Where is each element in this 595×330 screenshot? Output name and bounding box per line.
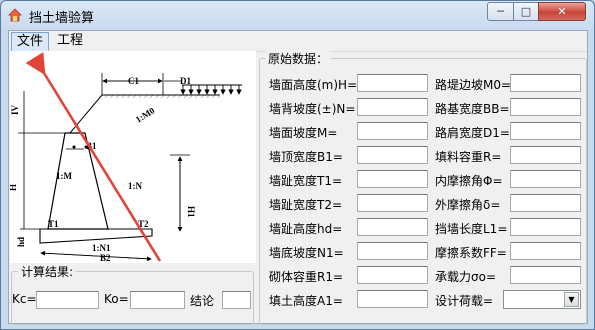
results-group: 计算结果: Kc= Ko= 结论 [11, 263, 254, 325]
d1-field[interactable] [510, 122, 581, 140]
b1-field[interactable] [357, 146, 428, 164]
a1-field[interactable] [357, 290, 428, 308]
t1-field[interactable] [357, 170, 428, 188]
hd-field[interactable] [357, 218, 428, 236]
annotation-arrow [25, 52, 162, 262]
client-area: 文件 工程 C1 D1 1:M0 B1 IV 1:M 1:N T1 T2 1:N… [8, 30, 588, 325]
label-b2: B2 [100, 253, 111, 263]
kc-field[interactable] [36, 291, 99, 309]
design-load-select[interactable]: ▼ [503, 290, 581, 309]
ko-label: Ko= [104, 292, 129, 306]
n-label: 墙背坡度(±)N= [269, 102, 356, 116]
label-n: 1:N [128, 181, 142, 191]
raw-data-title: 原始数据： [265, 50, 332, 67]
menu-project[interactable]: 工程 [52, 32, 88, 50]
ff-field[interactable] [510, 242, 581, 260]
r-field[interactable] [510, 146, 581, 164]
app-window: 挡土墙验算 ─ □ ✕ 文件 工程 C1 D1 1:M0 B1 IV 1:M 1… [0, 0, 595, 330]
sigma-label: 承载力σo= [435, 270, 497, 284]
minimize-button[interactable]: ─ [487, 2, 514, 21]
retaining-wall-diagram: C1 D1 1:M0 B1 IV H 1:M 1:N [10, 51, 256, 263]
h-label: 墙面高度(m)H= [269, 78, 358, 92]
label-h: H [10, 184, 18, 191]
close-button[interactable]: ✕ [538, 2, 586, 21]
raw-data-group: 原始数据： 墙面高度(m)H= 墙背坡度(±)N= 墙面坡度M= 墙顶宽度B1=… [259, 50, 587, 325]
bb-field[interactable] [510, 98, 581, 116]
design-load-label: 设计荷载= [435, 294, 494, 308]
label-iv: IV [10, 104, 20, 115]
n1-label: 墙底坡度N1= [269, 246, 344, 260]
t2-label: 墙趾宽度T2= [269, 198, 343, 212]
n-field[interactable] [357, 98, 428, 116]
label-hd: hd [16, 237, 26, 247]
l1-label: 挡墙长度L1= [435, 222, 508, 236]
conclusion-field[interactable] [222, 291, 251, 309]
window-title: 挡土墙验算 [29, 11, 95, 26]
sigma-field[interactable] [510, 266, 581, 284]
r1-label: 砌体容重R1= [269, 270, 344, 284]
delta-field[interactable] [510, 194, 581, 212]
hd-label: 墙趾高度hd= [269, 222, 343, 236]
b1-label: 墙顶宽度B1= [269, 150, 343, 164]
label-h1: H1 [186, 206, 196, 218]
fill-slope-line [69, 94, 103, 134]
m0-label: 路堤边坡M0= [435, 78, 512, 92]
phi-field[interactable] [510, 170, 581, 188]
wall-footing [39, 228, 153, 244]
wall-body [47, 132, 109, 230]
title-bar[interactable]: 挡土墙验算 ─ □ ✕ [1, 1, 594, 29]
kc-label: Kc= [12, 292, 37, 306]
ko-field[interactable] [130, 291, 185, 309]
label-t1: T1 [48, 219, 59, 229]
bb-label: 路基宽度BB= [435, 102, 510, 116]
m-field[interactable] [357, 122, 428, 140]
conclusion-label: 结论 [190, 294, 215, 308]
label-c1: C1 [128, 76, 139, 86]
label-m: 1:M [56, 171, 72, 181]
phi-label: 内摩擦角Φ= [435, 174, 503, 188]
l1-field[interactable] [510, 218, 581, 236]
t1-label: 墙趾宽度T1= [269, 174, 343, 188]
m0-field[interactable] [510, 74, 581, 92]
r1-field[interactable] [357, 266, 428, 284]
app-house-icon [8, 8, 22, 22]
results-title: 计算结果: [18, 263, 77, 280]
load-arrows [180, 84, 242, 95]
a1-label: 填土高度A1= [269, 294, 343, 308]
label-d1: D1 [180, 76, 191, 86]
m-label: 墙面坡度M= [269, 126, 338, 140]
delta-label: 外摩擦角δ= [435, 198, 501, 212]
label-slope-m0: 1:M0 [134, 105, 157, 125]
h-field[interactable] [357, 74, 428, 92]
t2-field[interactable] [357, 194, 428, 212]
menu-file[interactable]: 文件 [11, 32, 50, 52]
menu-bar: 文件 工程 [9, 31, 587, 52]
n1-field[interactable] [357, 242, 428, 260]
r-label: 填料容重R= [435, 150, 502, 164]
d1-label: 路肩宽度D1= [435, 126, 510, 140]
maximize-button[interactable]: □ [513, 2, 539, 21]
label-n1: 1:N1 [92, 243, 111, 253]
chevron-down-icon[interactable]: ▼ [564, 292, 579, 307]
ff-label: 摩擦系数FF= [435, 246, 507, 260]
